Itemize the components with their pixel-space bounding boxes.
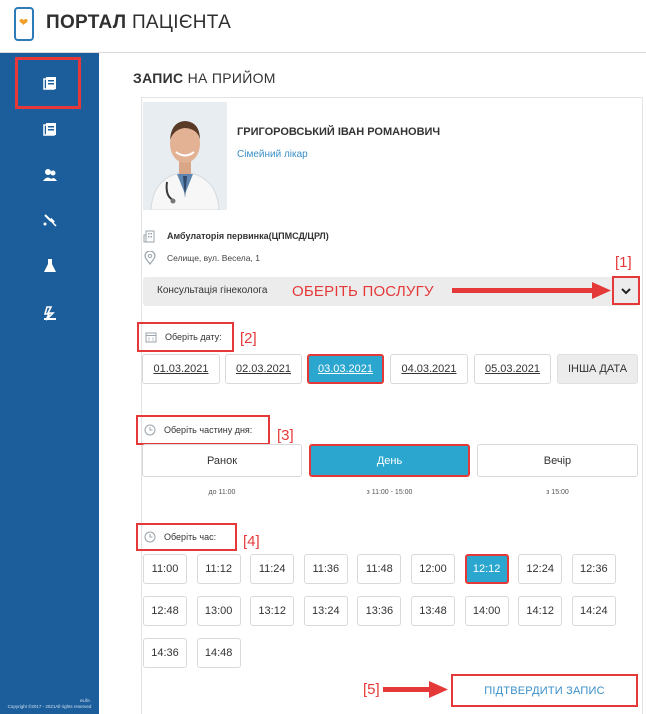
time-slot[interactable]: 12:48: [143, 596, 187, 626]
stethoscope-icon: [43, 214, 57, 227]
page-title-rest: НА ПРИЙОМ: [187, 70, 276, 86]
date-option[interactable]: 04.03.2021: [390, 354, 468, 384]
service-selected-value: Консультація гінеколога: [157, 285, 268, 296]
other-date-button[interactable]: ІНША ДАТА: [557, 354, 638, 384]
chevron-down-icon: [621, 287, 631, 294]
day-part-label: Оберіть частину дня:: [164, 425, 253, 435]
time-slot[interactable]: 14:36: [143, 638, 187, 668]
clinic-name: Амбулаторія первинка(ЦПМСД/ЦРЛ): [167, 231, 329, 241]
clock-icon: [144, 531, 156, 543]
day-part-range: з 11:00 - 15:00: [366, 489, 413, 496]
document-icon: [42, 123, 56, 136]
time-slot[interactable]: 14:48: [196, 638, 241, 668]
address-text: Селище, вул. Весела, 1: [167, 253, 260, 263]
address-row: Селище, вул. Весела, 1: [143, 251, 260, 265]
sidebar-item-lab[interactable]: [0, 250, 99, 282]
date-option-selected[interactable]: 03.03.2021: [307, 354, 384, 384]
time-slot[interactable]: 14:12: [518, 596, 563, 626]
annotation-arrow-icon: [452, 282, 611, 299]
clinic-row: Амбулаторія первинка(ЦПМСД/ЦРЛ): [143, 229, 329, 243]
date-option[interactable]: 02.03.2021: [225, 354, 302, 384]
time-slot[interactable]: 12:00: [411, 554, 455, 584]
annotation-4: [4]: [243, 533, 260, 550]
annotation-choose-service: ОБЕРІТЬ ПОСЛУГУ: [292, 283, 434, 300]
time-slot[interactable]: 14:00: [464, 596, 509, 626]
users-icon: [42, 169, 57, 181]
day-part-day-selected[interactable]: День: [309, 444, 470, 477]
annotation-5: [5]: [363, 681, 380, 698]
time-label-box: Оберіть час:: [136, 523, 237, 551]
day-part-range: до 11:00: [208, 489, 236, 496]
time-slot[interactable]: 12:24: [518, 554, 563, 584]
day-part-evening[interactable]: Вечір: [477, 444, 638, 477]
sidebar: eLife. Copyright ©2017 - 2021All rights …: [0, 53, 99, 714]
annotation-1: [1]: [615, 254, 632, 271]
building-icon: [143, 230, 155, 243]
brand-rest: ПАЦІЄНТА: [131, 12, 232, 33]
time-slot[interactable]: 13:36: [357, 596, 402, 626]
date-label: Оберіть дату:: [165, 332, 222, 342]
sidebar-item-prescriptions[interactable]: [0, 297, 99, 329]
time-slot[interactable]: 13:00: [196, 596, 241, 626]
copyright: eLife. Copyright ©2017 - 2021All rights …: [0, 698, 99, 710]
time-label: Оберіть час:: [164, 532, 217, 542]
clock-icon: [144, 424, 156, 436]
annotation-3: [3]: [277, 427, 294, 444]
date-option[interactable]: 05.03.2021: [474, 354, 551, 384]
medicine-icon: [43, 306, 56, 321]
time-slot[interactable]: 11:36: [303, 554, 348, 584]
phone-logo-icon: ❤: [14, 7, 34, 41]
page-title: ЗАПИС НА ПРИЙОМ: [133, 70, 276, 86]
sidebar-item-records[interactable]: [0, 113, 99, 145]
time-slot-selected[interactable]: 12:12: [464, 554, 509, 584]
sidebar-item-vaccination[interactable]: [0, 204, 99, 236]
time-slot[interactable]: 11:12: [196, 554, 241, 584]
copyright-text: Copyright ©2017 - 2021All rights reserve…: [7, 704, 92, 709]
time-slot[interactable]: 13:12: [250, 596, 295, 626]
brand-title[interactable]: ПОРТАЛ ПАЦІЄНТА: [46, 12, 231, 34]
time-slot[interactable]: 13:48: [411, 596, 455, 626]
time-slot[interactable]: 11:00: [143, 554, 187, 584]
date-label-box: Оберіть дату:: [137, 322, 234, 352]
annotation-2: [2]: [240, 330, 257, 347]
day-part-label-box: Оберіть частину дня:: [136, 415, 270, 445]
sidebar-item-family[interactable]: [0, 159, 99, 191]
date-option[interactable]: 01.03.2021: [142, 354, 220, 384]
document-icon: [42, 77, 56, 90]
day-part-range: з 15:00: [546, 489, 569, 496]
confirm-appointment-button[interactable]: ПІДТВЕРДИТИ ЗАПИС: [451, 674, 638, 707]
doctor-role[interactable]: Сімейний лікар: [237, 149, 308, 160]
time-slot[interactable]: 11:48: [357, 554, 402, 584]
calendar-icon: [145, 332, 157, 343]
time-slot[interactable]: 13:24: [303, 596, 348, 626]
top-header: ❤ ПОРТАЛ ПАЦІЄНТА: [0, 0, 646, 53]
time-slot[interactable]: 12:36: [571, 554, 616, 584]
doctor-photo: [143, 102, 227, 210]
service-dropdown-toggle[interactable]: [612, 276, 640, 305]
brand-bold: ПОРТАЛ: [46, 12, 127, 33]
doctor-name: ГРИГОРОВСЬКИЙ ІВАН РОМАНОВИЧ: [237, 126, 441, 138]
time-slot[interactable]: 11:24: [250, 554, 295, 584]
time-slot[interactable]: 14:24: [571, 596, 616, 626]
flask-icon: [43, 259, 56, 272]
annotation-arrow-icon: [383, 681, 448, 698]
sidebar-item-appointment[interactable]: [0, 67, 99, 99]
page-title-bold: ЗАПИС: [133, 70, 184, 86]
location-pin-icon: [144, 251, 156, 265]
day-part-morning[interactable]: Ранок: [142, 444, 302, 477]
